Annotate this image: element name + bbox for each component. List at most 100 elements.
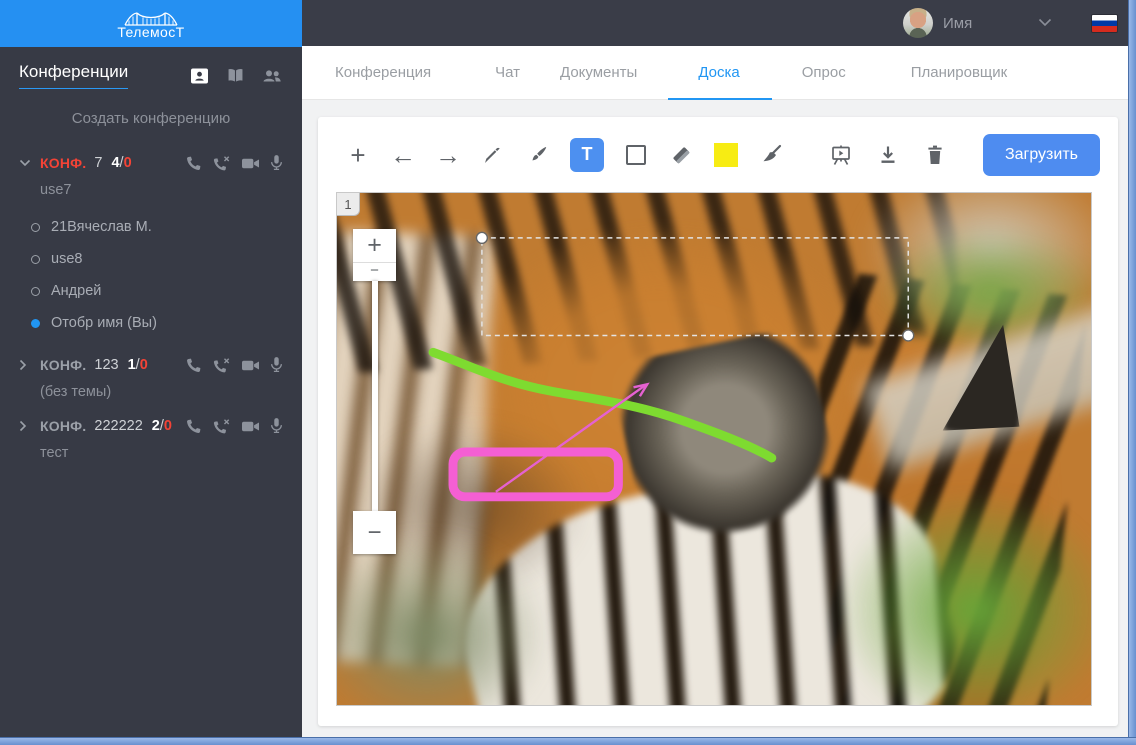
app-logo: ТелемосТ [0, 0, 302, 47]
annotation-layer [337, 193, 1091, 705]
call-end-icon[interactable] [212, 155, 231, 172]
participants-icon[interactable] [261, 66, 283, 86]
shape-tool-button[interactable] [623, 140, 649, 170]
conference-id: 222222 [94, 418, 142, 434]
pink-rectangle-annotation[interactable] [453, 452, 618, 497]
conference-count: 4/0 [111, 155, 131, 171]
tab-conference[interactable]: Конференция [335, 46, 431, 99]
brush-tool-button[interactable] [525, 140, 551, 170]
download-board-button[interactable] [875, 140, 901, 170]
pencil-tool-button[interactable] [480, 140, 506, 170]
microphone-icon[interactable] [270, 417, 283, 435]
conference-item: КОНФ. 7 4/0 use7 21Вячеслав М. [0, 149, 302, 339]
add-page-button[interactable]: + [345, 140, 371, 170]
tab-bar: Конференция Чат Документы Доска Опрос Пл… [302, 46, 1128, 100]
create-conference-button[interactable]: Создать конференцию [0, 110, 302, 127]
microphone-icon[interactable] [270, 154, 283, 172]
address-book-icon[interactable] [225, 66, 246, 86]
contacts-card-icon[interactable] [189, 66, 210, 86]
participant-row-self[interactable]: Отобр имя (Вы) [0, 307, 302, 339]
call-icon[interactable] [185, 155, 202, 172]
selection-handle-bottom-right[interactable] [903, 330, 914, 341]
camera-icon[interactable] [241, 357, 260, 374]
conference-item: КОНФ. 222222 2/0 тест [0, 412, 302, 461]
text-selection-box[interactable] [482, 238, 908, 336]
participant-status-icon [31, 287, 40, 296]
camera-icon[interactable] [241, 418, 260, 435]
page-number-badge: 1 [337, 193, 360, 216]
conference-subtitle: use7 [0, 182, 302, 198]
participant-name: Отобр имя (Вы) [51, 315, 157, 331]
call-end-icon[interactable] [212, 357, 231, 374]
clear-board-button[interactable] [758, 140, 784, 170]
camera-icon[interactable] [241, 155, 260, 172]
participant-name: Андрей [51, 283, 101, 299]
tab-poll[interactable]: Опрос [802, 46, 846, 99]
delete-board-button[interactable] [922, 140, 948, 170]
chevron-down-icon[interactable] [1038, 14, 1052, 32]
tab-chat[interactable]: Чат [495, 46, 520, 99]
upload-button[interactable]: Загрузить [983, 134, 1100, 176]
color-swatch-yellow[interactable] [713, 140, 739, 170]
chevron-down-icon[interactable] [19, 159, 32, 167]
undo-button[interactable]: ← [390, 140, 416, 170]
zoom-in-button[interactable]: + − [353, 229, 396, 281]
participant-name: use8 [51, 251, 82, 267]
whiteboard-toolbar: + ← → T [318, 117, 1118, 192]
conference-list: КОНФ. 7 4/0 use7 21Вячеслав М. [0, 149, 302, 461]
call-end-icon[interactable] [212, 418, 231, 435]
participant-status-icon [31, 255, 40, 264]
tab-scheduler[interactable]: Планировщик [911, 46, 1007, 99]
chevron-right-icon[interactable] [19, 420, 32, 432]
tab-documents[interactable]: Документы [560, 46, 637, 99]
conference-row[interactable]: КОНФ. 222222 2/0 [0, 412, 302, 440]
pink-arrow-head [634, 384, 648, 396]
app-window: ТелемосТ Конференции [0, 0, 1136, 745]
sidebar: ТелемосТ Конференции [0, 0, 302, 737]
square-icon [626, 145, 646, 165]
participant-status-icon [31, 223, 40, 232]
language-flag-ru[interactable] [1092, 15, 1117, 32]
participant-row[interactable]: 21Вячеслав М. [0, 211, 302, 243]
participant-list: 21Вячеслав М. use8 Андрей Отобр имя (Вы) [0, 211, 302, 339]
whiteboard-panel: + ← → T [318, 117, 1118, 726]
conference-count: 2/0 [152, 418, 172, 434]
redo-button[interactable]: → [435, 140, 461, 170]
call-icon[interactable] [185, 357, 202, 374]
microphone-icon[interactable] [270, 356, 283, 374]
participant-row[interactable]: Андрей [0, 275, 302, 307]
minus-icon: − [370, 263, 379, 279]
sidebar-title[interactable]: Конференции [19, 62, 128, 89]
conference-row[interactable]: КОНФ. 7 4/0 [0, 149, 302, 177]
conference-row[interactable]: КОНФ. 123 1/0 [0, 351, 302, 379]
call-icon[interactable] [185, 418, 202, 435]
green-stroke-annotation[interactable] [433, 352, 772, 458]
yellow-swatch-icon [714, 143, 738, 167]
horizontal-scrollbar[interactable] [0, 737, 1136, 745]
plus-icon: + [367, 229, 382, 262]
sidebar-header: Конференции [0, 62, 302, 89]
vertical-scrollbar[interactable] [1128, 0, 1136, 737]
conference-subtitle: тест [0, 445, 302, 461]
conference-id: 123 [94, 357, 118, 373]
eraser-tool-button[interactable] [668, 140, 694, 170]
tab-board[interactable]: Доска [698, 46, 739, 99]
conference-subtitle: (без темы) [0, 384, 302, 400]
conference-item: КОНФ. 123 1/0 (без темы) [0, 351, 302, 400]
user-name[interactable]: Имя [943, 15, 972, 32]
participant-row[interactable]: use8 [0, 243, 302, 275]
conference-count: 1/0 [128, 357, 148, 373]
avatar[interactable] [903, 8, 933, 38]
zoom-slider-track[interactable] [372, 281, 378, 511]
text-tool-button-active[interactable]: T [570, 138, 604, 172]
participant-self-status-icon [31, 319, 40, 328]
chevron-right-icon[interactable] [19, 359, 32, 371]
present-board-button[interactable] [828, 140, 854, 170]
whiteboard-canvas[interactable]: 1 + − − [336, 192, 1092, 706]
participant-name: 21Вячеслав М. [51, 219, 152, 235]
conference-label: КОНФ. [40, 418, 86, 434]
selection-handle-top-left[interactable] [476, 232, 487, 243]
app-logo-text: ТелемосТ [117, 24, 184, 40]
zoom-out-button[interactable]: − [353, 511, 396, 554]
conference-label: КОНФ. [40, 155, 86, 171]
